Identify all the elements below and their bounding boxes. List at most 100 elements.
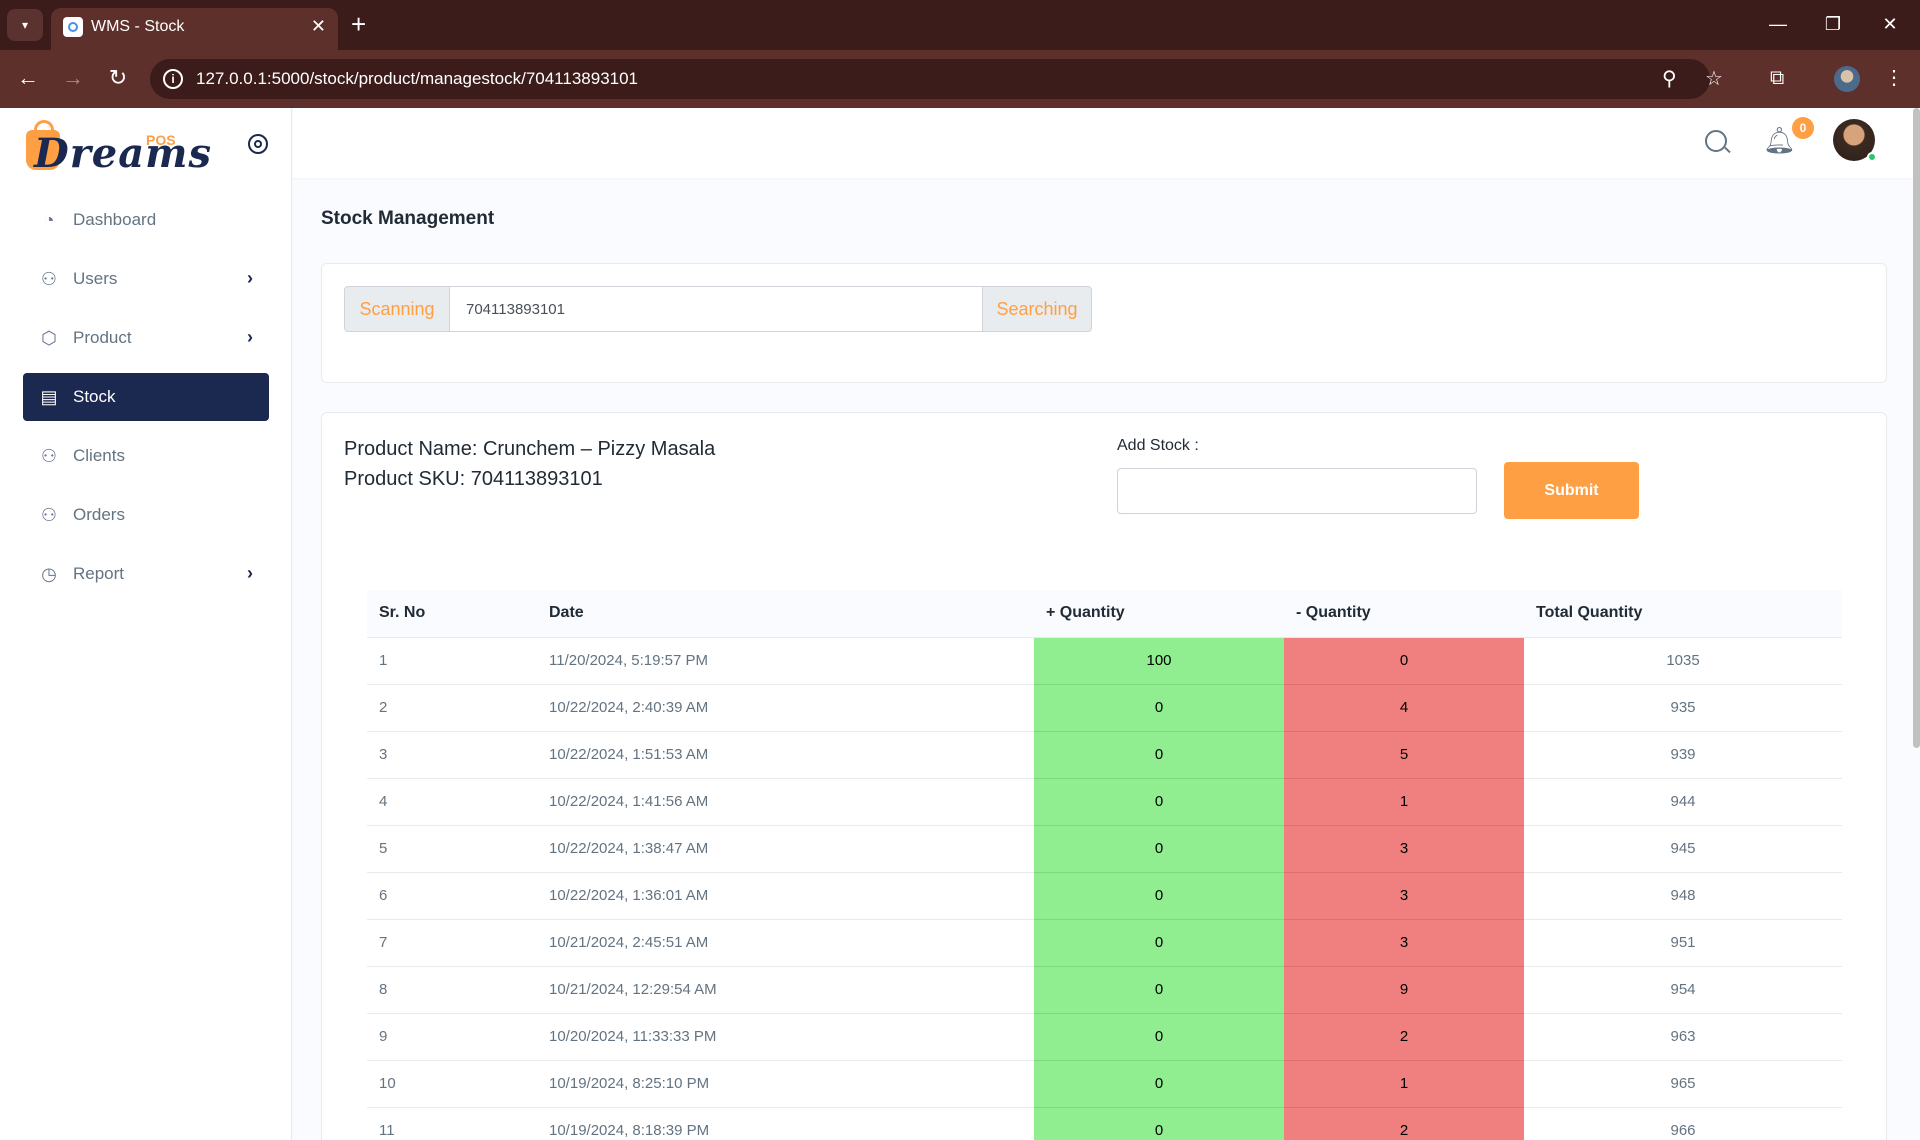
- cell-sr-no: 10: [367, 1060, 537, 1108]
- cell-total-quantity: 954: [1524, 966, 1842, 1014]
- table-row: 1 11/20/2024, 5:19:57 PM 100 0 1035: [367, 637, 1842, 685]
- search-icon[interactable]: [1705, 130, 1727, 152]
- cell-date: 10/21/2024, 12:29:54 AM: [537, 966, 1034, 1014]
- app-logo[interactable]: Dreams POS: [24, 118, 211, 178]
- column-header-plus-quantity[interactable]: + Quantity: [1034, 590, 1284, 638]
- cell-total-quantity: 1035: [1524, 637, 1842, 685]
- cell-sr-no: 11: [367, 1107, 537, 1140]
- cell-date: 10/19/2024, 8:25:10 PM: [537, 1060, 1034, 1108]
- logo-pos-text: POS: [146, 132, 176, 148]
- user-icon: ⚇: [40, 268, 58, 289]
- table-row: 11 10/19/2024, 8:18:39 PM 0 2 966: [367, 1107, 1842, 1140]
- chevron-right-icon: ›: [247, 327, 253, 347]
- stock-history-table: Sr. No Date + Quantity - Quantity Total …: [367, 590, 1842, 1140]
- page-scrollbar[interactable]: [1913, 108, 1920, 748]
- tab-title: WMS - Stock: [91, 18, 185, 35]
- cell-minus-quantity: 0: [1284, 637, 1524, 685]
- browser-profile-avatar[interactable]: [1834, 66, 1860, 92]
- column-header-minus-quantity[interactable]: - Quantity: [1284, 590, 1524, 638]
- cell-date: 10/22/2024, 1:38:47 AM: [537, 825, 1034, 873]
- cell-date: 10/22/2024, 2:40:39 AM: [537, 684, 1034, 732]
- extensions-icon[interactable]: ⧉: [1770, 66, 1784, 90]
- sidebar-item-stock[interactable]: ▤ Stock: [23, 373, 269, 421]
- sidebar-item-label: Stock: [73, 387, 116, 406]
- table-row: 5 10/22/2024, 1:38:47 AM 0 3 945: [367, 825, 1842, 873]
- site-info-icon[interactable]: i: [163, 69, 183, 89]
- search-group: Scanning 704113893101 Searching: [344, 286, 1092, 332]
- sidebar: Dreams POS ◔ Dashboard ⚇ Users › ⬡ Produ…: [0, 108, 292, 1140]
- sidebar-item-users[interactable]: ⚇ Users ›: [23, 255, 269, 303]
- cell-minus-quantity: 3: [1284, 872, 1524, 920]
- cell-date: 11/20/2024, 5:19:57 PM: [537, 637, 1034, 685]
- cell-total-quantity: 935: [1524, 684, 1842, 732]
- sidebar-item-label: Product: [73, 328, 132, 347]
- chevron-right-icon: ›: [247, 268, 253, 288]
- sidebar-toggle-icon[interactable]: [248, 134, 268, 154]
- column-header-date[interactable]: Date: [537, 590, 1034, 638]
- cell-minus-quantity: 5: [1284, 731, 1524, 779]
- address-bar[interactable]: i 127.0.0.1:5000/stock/product/managesto…: [150, 59, 1723, 99]
- back-icon[interactable]: ←: [13, 64, 43, 92]
- cell-minus-quantity: 9: [1284, 966, 1524, 1014]
- online-status-dot: [1867, 152, 1877, 162]
- column-header-total-quantity[interactable]: Total Quantity: [1524, 590, 1842, 638]
- add-stock-input[interactable]: [1117, 468, 1477, 514]
- user-icon: ⚇: [40, 504, 58, 525]
- cell-minus-quantity: 3: [1284, 825, 1524, 873]
- cell-sr-no: 8: [367, 966, 537, 1014]
- sidebar-item-clients[interactable]: ⚇ Clients: [23, 432, 269, 480]
- bookmark-star-icon[interactable]: ☆: [1705, 67, 1723, 91]
- table-row: 2 10/22/2024, 2:40:39 AM 0 4 935: [367, 684, 1842, 732]
- cell-date: 10/20/2024, 11:33:33 PM: [537, 1013, 1034, 1061]
- searching-button[interactable]: Searching: [982, 286, 1092, 332]
- cell-plus-quantity: 0: [1034, 1013, 1284, 1061]
- cell-sr-no: 9: [367, 1013, 537, 1061]
- stock-card: Product Name: Crunchem – Pizzy Masala Pr…: [321, 412, 1887, 1140]
- cell-total-quantity: 944: [1524, 778, 1842, 826]
- sidebar-menu: ◔ Dashboard ⚇ Users › ⬡ Product › ▤ Stoc…: [23, 196, 269, 609]
- browser-menu-icon[interactable]: ⋮: [1884, 66, 1904, 90]
- cell-date: 10/22/2024, 1:41:56 AM: [537, 778, 1034, 826]
- restore-icon[interactable]: ❐: [1815, 10, 1851, 38]
- zoom-icon[interactable]: ⚲: [1662, 67, 1677, 91]
- sidebar-item-orders[interactable]: ⚇ Orders: [23, 491, 269, 539]
- user-icon: ⚇: [40, 445, 58, 466]
- scanning-button[interactable]: Scanning: [344, 286, 450, 332]
- forward-icon[interactable]: →: [58, 64, 88, 92]
- tab-search-dropdown-icon[interactable]: ▾: [7, 9, 43, 41]
- sidebar-item-dashboard[interactable]: ◔ Dashboard: [23, 196, 269, 244]
- reload-icon[interactable]: ↻: [103, 64, 133, 92]
- cell-date: 10/21/2024, 2:45:51 AM: [537, 919, 1034, 967]
- sidebar-item-report[interactable]: ◷ Report ›: [23, 550, 269, 598]
- add-stock-label: Add Stock :: [1117, 437, 1199, 454]
- cell-plus-quantity: 0: [1034, 919, 1284, 967]
- minimize-icon[interactable]: —: [1760, 10, 1796, 38]
- cell-total-quantity: 945: [1524, 825, 1842, 873]
- pie-chart-icon: ◷: [41, 563, 57, 584]
- product-name: Product Name: Crunchem – Pizzy Masala: [344, 438, 716, 460]
- search-card: Scanning 704113893101 Searching: [321, 263, 1887, 383]
- cell-total-quantity: 948: [1524, 872, 1842, 920]
- cell-plus-quantity: 0: [1034, 731, 1284, 779]
- sku-search-input[interactable]: 704113893101: [450, 286, 982, 332]
- column-header-sr-no[interactable]: Sr. No: [367, 590, 537, 638]
- new-tab-icon[interactable]: +: [351, 10, 366, 38]
- sidebar-item-product[interactable]: ⬡ Product ›: [23, 314, 269, 362]
- chevron-right-icon: ›: [247, 563, 253, 583]
- cell-date: 10/19/2024, 8:18:39 PM: [537, 1107, 1034, 1140]
- window-close-icon[interactable]: ✕: [1872, 10, 1908, 38]
- page-title: Stock Management: [321, 208, 495, 229]
- cell-sr-no: 1: [367, 637, 537, 685]
- favicon-icon: [63, 17, 83, 37]
- cell-minus-quantity: 3: [1284, 919, 1524, 967]
- browser-tab[interactable]: WMS - Stock ✕: [51, 8, 338, 50]
- cell-plus-quantity: 0: [1034, 1060, 1284, 1108]
- url-text[interactable]: 127.0.0.1:5000/stock/product/managestock…: [196, 69, 638, 89]
- cell-plus-quantity: 0: [1034, 1107, 1284, 1140]
- cell-plus-quantity: 0: [1034, 684, 1284, 732]
- cell-total-quantity: 939: [1524, 731, 1842, 779]
- bell-icon[interactable]: 🔔︎: [1763, 126, 1796, 154]
- tab-close-icon[interactable]: ✕: [311, 16, 326, 36]
- submit-button[interactable]: Submit: [1504, 462, 1639, 519]
- cell-sr-no: 4: [367, 778, 537, 826]
